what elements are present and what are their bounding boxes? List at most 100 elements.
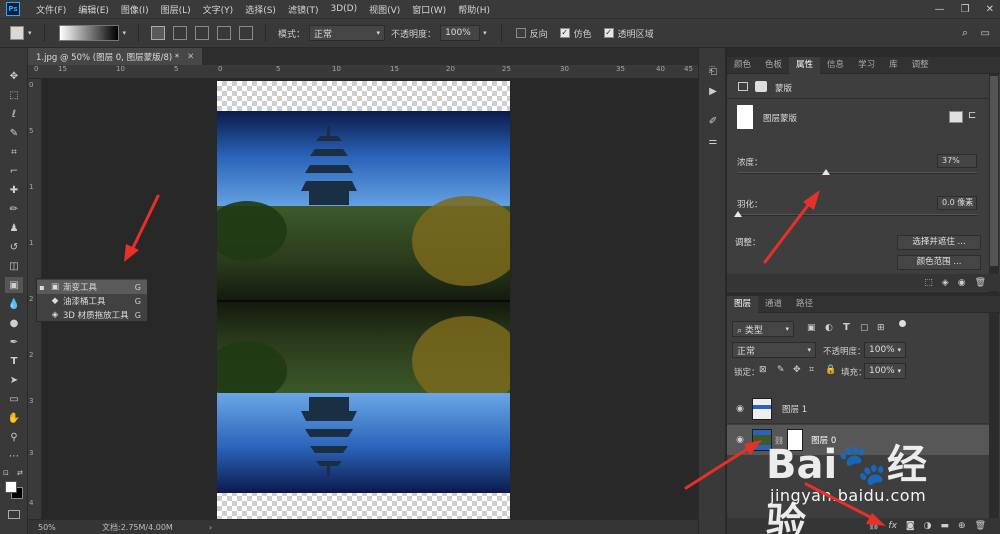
layer-name[interactable]: 图层 0 bbox=[811, 434, 836, 446]
hand-tool-icon[interactable]: ✋ bbox=[5, 410, 23, 426]
brush-panel-icon[interactable]: ✐ bbox=[705, 116, 721, 130]
filter-pixel-icon[interactable]: ▣ bbox=[807, 323, 816, 333]
link-layers-icon[interactable]: ⛓ bbox=[868, 521, 879, 531]
link-icon[interactable]: ⛓ bbox=[774, 436, 784, 445]
select-pixel-mask-icon[interactable] bbox=[949, 111, 963, 123]
tab-color[interactable]: 颜色 bbox=[727, 57, 758, 74]
layer-name[interactable]: 图层 1 bbox=[782, 403, 807, 415]
diamond-gradient-icon[interactable] bbox=[239, 26, 254, 40]
healing-brush-icon[interactable]: ✚ bbox=[5, 182, 23, 198]
menu-view[interactable]: 视图(V) bbox=[363, 3, 406, 16]
close-icon[interactable]: ✕ bbox=[986, 4, 994, 15]
path-select-icon[interactable]: ➤ bbox=[5, 372, 23, 388]
blend-mode-select[interactable]: 正常 ▾ bbox=[732, 342, 816, 358]
filter-type-icon[interactable]: T bbox=[843, 322, 850, 333]
lock-all-icon[interactable]: 🔒 bbox=[825, 365, 836, 375]
history-panel-icon[interactable]: ⎗ bbox=[705, 66, 721, 80]
quick-select-tool-icon[interactable]: ✎ bbox=[5, 125, 23, 141]
select-and-mask-button[interactable]: 选择并遮住 ... bbox=[897, 235, 981, 250]
tab-layers[interactable]: 图层 bbox=[727, 295, 759, 313]
transparency-checkbox[interactable]: ✓ 透明区域 bbox=[603, 27, 654, 40]
scrollbar-thumb[interactable] bbox=[990, 76, 998, 266]
layer-row-selected[interactable]: ◉ ⛓ 图层 0 bbox=[727, 425, 989, 455]
chevron-down-icon[interactable]: ▾ bbox=[483, 29, 487, 37]
menu-help[interactable]: 帮助(H) bbox=[452, 3, 496, 16]
tab-channels[interactable]: 通道 bbox=[758, 296, 789, 313]
menu-image[interactable]: 图像(I) bbox=[115, 3, 155, 16]
fill-field[interactable]: 100% ▾ bbox=[864, 363, 906, 379]
mode-select[interactable]: 正常 ▾ bbox=[309, 25, 386, 41]
chevron-down-icon[interactable]: ▾ bbox=[28, 29, 32, 37]
visibility-eye-icon[interactable]: ◉ bbox=[732, 404, 748, 414]
quick-mask-icon[interactable] bbox=[8, 510, 20, 519]
density-slider-track[interactable] bbox=[738, 172, 977, 174]
lock-pixels-icon[interactable]: ✎ bbox=[777, 365, 785, 375]
feather-slider-thumb[interactable] bbox=[734, 211, 742, 217]
move-tool-icon[interactable]: ✥ bbox=[5, 68, 23, 84]
density-field[interactable]: 37% bbox=[937, 154, 977, 168]
radial-gradient-icon[interactable] bbox=[173, 26, 188, 40]
minimize-icon[interactable]: — bbox=[935, 4, 945, 15]
dither-checkbox[interactable]: ✓ 仿色 bbox=[559, 27, 592, 40]
menu-window[interactable]: 窗口(W) bbox=[406, 3, 452, 16]
filter-toggle-icon[interactable] bbox=[899, 320, 906, 327]
pen-tool-icon[interactable]: ✒ bbox=[5, 334, 23, 350]
filter-smart-object-icon[interactable]: ⊞ bbox=[877, 323, 885, 333]
zoom-tool-icon[interactable]: ⚲ bbox=[5, 429, 23, 445]
tab-swatches[interactable]: 色板 bbox=[758, 57, 789, 74]
workspace-icon[interactable]: ▭ bbox=[981, 28, 990, 39]
eraser-tool-icon[interactable]: ◫ bbox=[5, 258, 23, 274]
feather-field[interactable]: 0.0 像素 bbox=[937, 196, 977, 210]
chevron-right-icon[interactable]: › bbox=[209, 523, 212, 532]
flyout-item-paint-bucket[interactable]: ◆ 油漆桶工具 G bbox=[37, 294, 147, 308]
lasso-tool-icon[interactable]: ℓ bbox=[5, 106, 23, 122]
density-slider-thumb[interactable] bbox=[822, 169, 831, 175]
layer-kind-filter[interactable]: ⌕ 类型 ▾ bbox=[732, 321, 794, 337]
adjustments-panel-icon[interactable]: ⚌ bbox=[705, 136, 721, 150]
adjustment-layer-icon[interactable]: ◑ bbox=[924, 521, 932, 531]
shape-tool-icon[interactable]: ▭ bbox=[5, 391, 23, 407]
clone-stamp-icon[interactable]: ♟ bbox=[5, 220, 23, 236]
type-tool-icon[interactable]: T bbox=[5, 353, 23, 369]
tab-info[interactable]: 信息 bbox=[820, 57, 851, 74]
menu-layer[interactable]: 图层(L) bbox=[155, 3, 197, 16]
fx-icon[interactable]: fx bbox=[888, 521, 897, 531]
foreground-color-swatch[interactable] bbox=[5, 481, 17, 493]
default-colors-icon[interactable]: ⊡ bbox=[3, 469, 9, 477]
layer-opacity-field[interactable]: 100% ▾ bbox=[864, 342, 906, 358]
tab-paths[interactable]: 路径 bbox=[789, 296, 820, 313]
document-tab[interactable]: 1.jpg @ 50% (图层 0, 图层蒙版/8) * ✕ bbox=[28, 48, 203, 65]
layer-row[interactable]: ◉ 图层 1 bbox=[727, 394, 989, 424]
menu-filter[interactable]: 滤镜(T) bbox=[282, 3, 325, 16]
tab-libraries[interactable]: 库 bbox=[882, 57, 905, 74]
gradient-picker[interactable] bbox=[58, 25, 119, 41]
feather-slider-track[interactable] bbox=[738, 214, 977, 216]
swap-colors-icon[interactable]: ⇄ bbox=[17, 469, 23, 477]
tab-learn[interactable]: 学习 bbox=[851, 57, 882, 74]
menu-edit[interactable]: 编辑(E) bbox=[72, 3, 115, 16]
dodge-tool-icon[interactable]: ● bbox=[5, 315, 23, 331]
linear-gradient-icon[interactable] bbox=[151, 26, 166, 40]
lock-transparent-icon[interactable]: ⊠ bbox=[759, 365, 767, 375]
reverse-checkbox[interactable]: 反向 bbox=[515, 27, 548, 40]
tab-adjustments[interactable]: 调整 bbox=[905, 57, 936, 74]
menu-3d[interactable]: 3D(D) bbox=[324, 4, 363, 14]
marquee-tool-icon[interactable]: ⬚ bbox=[5, 87, 23, 103]
close-icon[interactable]: ✕ bbox=[187, 52, 194, 62]
actions-panel-icon[interactable]: ▶ bbox=[705, 86, 721, 100]
apply-mask-icon[interactable]: ◈ bbox=[942, 278, 949, 288]
lock-artboard-icon[interactable]: ⌗ bbox=[809, 365, 814, 375]
tab-properties[interactable]: 属性 bbox=[789, 56, 821, 74]
menu-select[interactable]: 选择(S) bbox=[239, 3, 282, 16]
menu-type[interactable]: 文字(Y) bbox=[197, 3, 240, 16]
angle-gradient-icon[interactable] bbox=[195, 26, 210, 40]
add-mask-icon[interactable]: ◙ bbox=[906, 521, 915, 531]
gradient-tool-icon[interactable]: ▣ bbox=[5, 277, 23, 293]
reflected-gradient-icon[interactable] bbox=[217, 26, 232, 40]
flyout-item-3d-material[interactable]: ◈ 3D 材质拖放工具 G bbox=[37, 308, 147, 322]
scrollbar[interactable] bbox=[989, 313, 999, 518]
zoom-level[interactable]: 50% bbox=[38, 523, 88, 532]
brush-tool-icon[interactable]: ✏ bbox=[5, 201, 23, 217]
chevron-down-icon[interactable]: ▾ bbox=[123, 29, 127, 37]
crop-tool-icon[interactable]: ⌗ bbox=[5, 144, 23, 160]
